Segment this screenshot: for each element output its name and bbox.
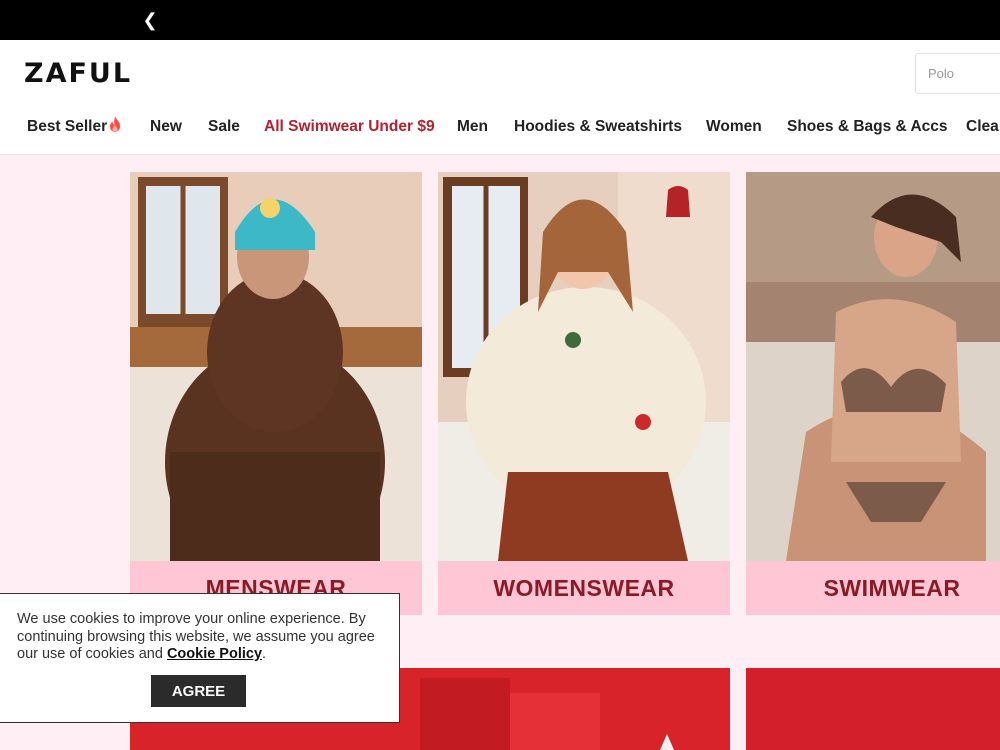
agree-button[interactable]: AGREE: [151, 675, 246, 707]
cookie-message: We use cookies to improve your online ex…: [17, 611, 387, 664]
nav-item-hoodies-sweatshirts[interactable]: Hoodies & Sweatshirts: [514, 116, 682, 138]
chevron-left-icon[interactable]: ❮: [140, 8, 160, 32]
search-input[interactable]: [916, 54, 1000, 93]
promo-banner-2[interactable]: [746, 668, 1000, 750]
category-card-swimwear[interactable]: SWIMWEAR: [746, 172, 1000, 615]
zaful-logo[interactable]: ZAFUL: [24, 58, 132, 89]
category-card-womenswear[interactable]: WOMENSWEAR: [438, 172, 730, 615]
nav-item-label: Best Seller: [27, 118, 108, 135]
nav-item-sale[interactable]: Sale: [208, 116, 240, 138]
cookie-banner: We use cookies to improve your online ex…: [0, 593, 400, 723]
nav-item-new[interactable]: New: [150, 116, 182, 138]
top-bar: ❮: [0, 0, 1000, 40]
womenswear-photo: [438, 172, 730, 561]
flame-icon: [110, 116, 121, 132]
category-label: WOMENSWEAR: [493, 575, 675, 601]
category-label: SWIMWEAR: [823, 575, 961, 601]
swimwear-photo: [746, 172, 1000, 561]
nav-item-women[interactable]: Women: [706, 116, 762, 138]
cookie-text-end: .: [262, 646, 267, 662]
menswear-photo: [130, 172, 422, 561]
site-header: ZAFUL Best Seller New Sale All Swimwear …: [0, 40, 1000, 155]
nav-item-men[interactable]: Men: [457, 116, 488, 138]
search-box[interactable]: [915, 53, 1000, 94]
nav-item-swimwear-under-9[interactable]: All Swimwear Under $9: [264, 116, 435, 138]
nav-item-clearance[interactable]: Clea: [966, 116, 999, 138]
main-nav: Best Seller New Sale All Swimwear Under …: [0, 116, 1000, 140]
category-card-menswear[interactable]: MENSWEAR: [130, 172, 422, 615]
nav-item-shoes-bags-accs[interactable]: Shoes & Bags & Accs: [787, 116, 948, 138]
nav-item-best-seller[interactable]: Best Seller: [27, 116, 122, 138]
cookie-policy-link[interactable]: Cookie Policy: [167, 646, 262, 662]
